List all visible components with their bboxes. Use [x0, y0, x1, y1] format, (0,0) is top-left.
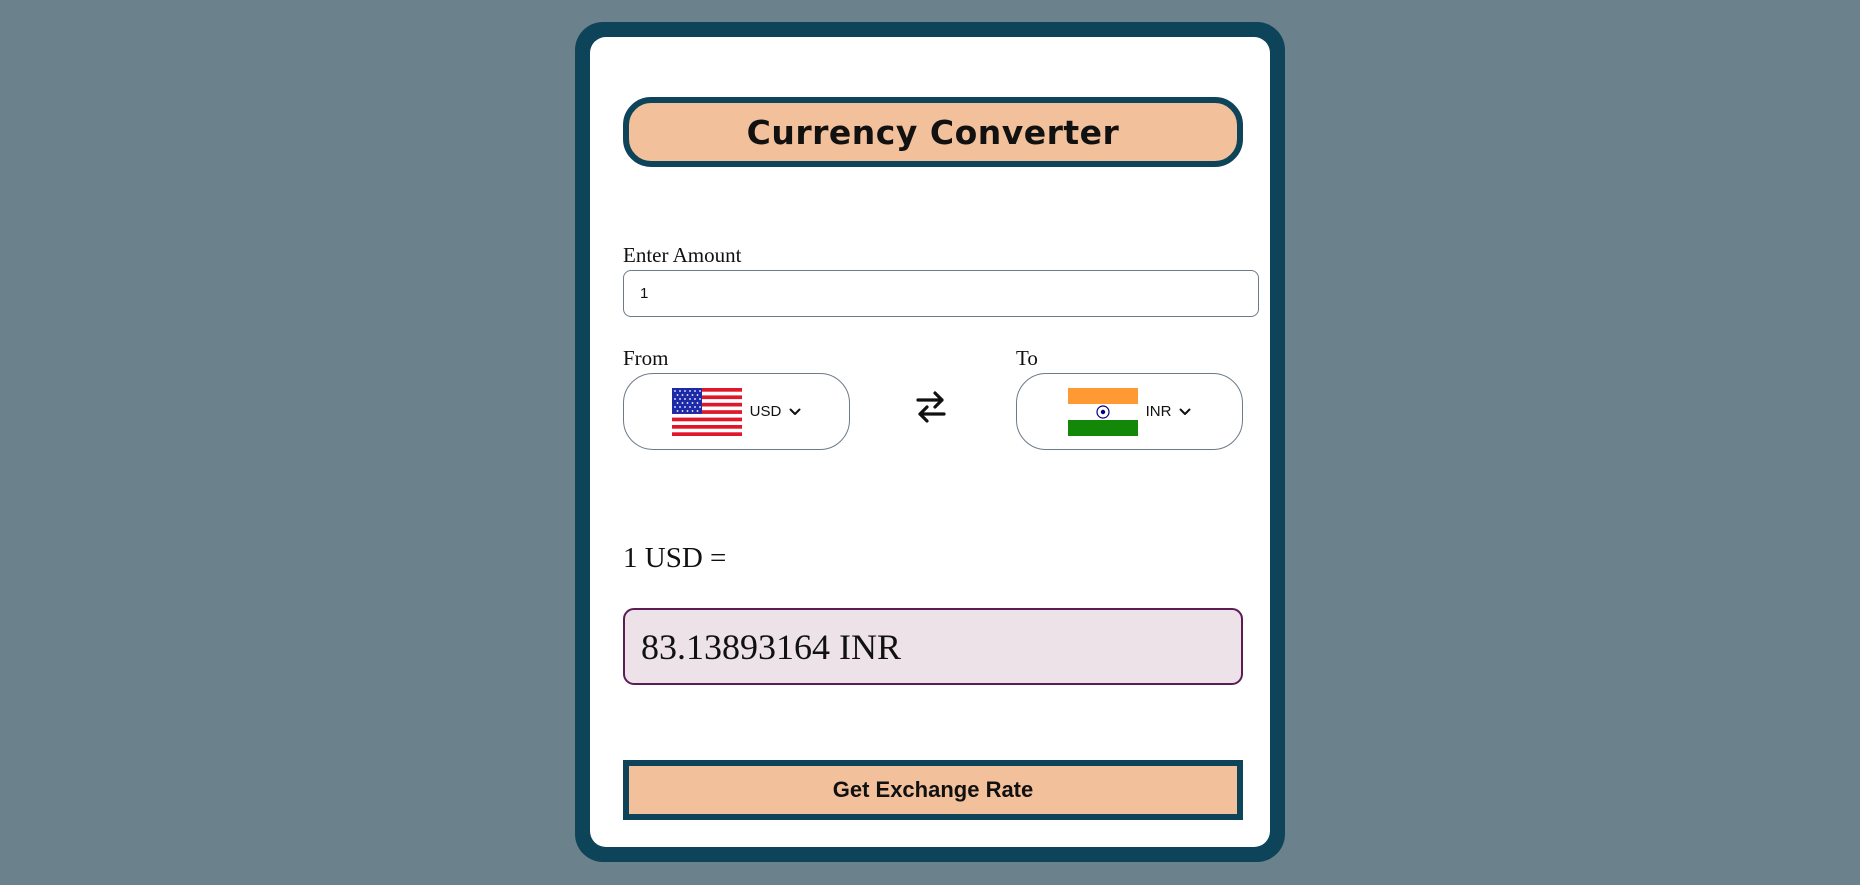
result-display: 83.13893164 INR [623, 608, 1243, 685]
to-currency-code: INR [1145, 403, 1172, 420]
chevron-down-icon [1179, 408, 1191, 415]
swap-arrows-icon[interactable] [914, 389, 948, 425]
to-currency-select[interactable]: INR [1016, 373, 1243, 450]
from-label: From [623, 346, 669, 370]
amount-input[interactable] [623, 270, 1259, 317]
us-flag-icon [671, 387, 742, 436]
title-banner: Currency Converter [623, 97, 1243, 167]
converter-frame: Currency Converter Enter Amount From [575, 22, 1285, 862]
page-title: Currency Converter [746, 112, 1120, 152]
from-currency-code: USD [749, 403, 782, 420]
from-currency-select[interactable]: USD [623, 373, 850, 450]
india-flag-icon [1067, 387, 1138, 436]
to-label: To [1016, 346, 1038, 370]
amount-label: Enter Amount [623, 243, 742, 267]
rate-prefix-text: 1 USD = [623, 542, 727, 574]
get-exchange-rate-button[interactable]: Get Exchange Rate [623, 760, 1243, 820]
converter-card: Currency Converter Enter Amount From [590, 37, 1270, 847]
chevron-down-icon [789, 408, 801, 415]
